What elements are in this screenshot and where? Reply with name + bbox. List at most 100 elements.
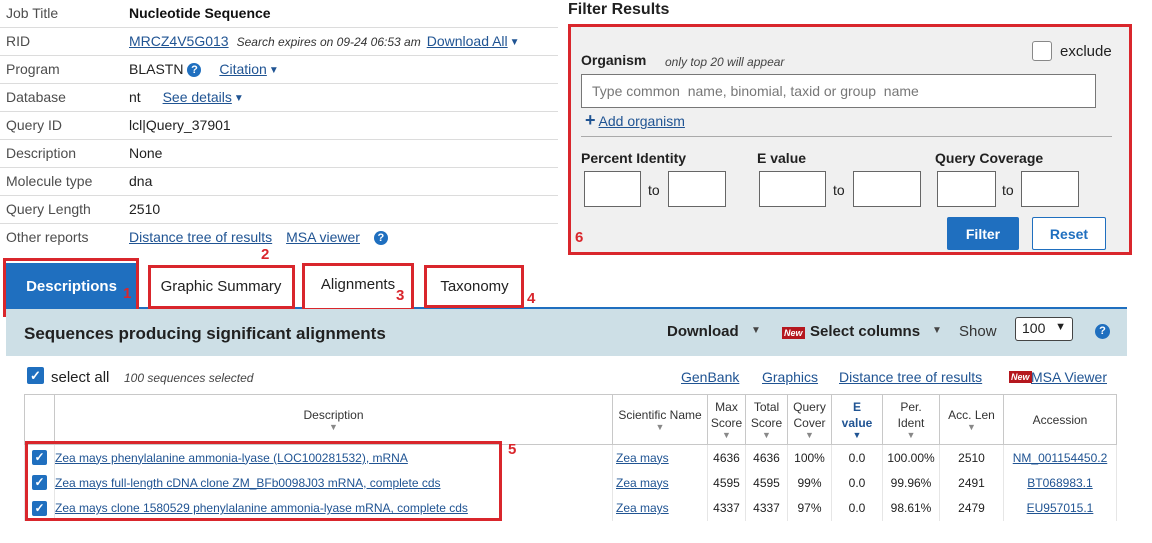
sort-arrow-icon[interactable]: ▼ xyxy=(710,431,743,440)
other-reports-row: Other reports Distance tree of results M… xyxy=(0,224,558,252)
column-query-cover-label: Query xyxy=(793,400,826,414)
sort-arrow-icon[interactable]: ▼ xyxy=(57,423,610,432)
rid-value-wrap: MRCZ4V5G013 Search expires on 09-24 06:53… xyxy=(129,33,520,49)
row-checkbox[interactable]: ✓ xyxy=(32,475,47,491)
row-description-cell: Zea mays clone 1580529 phenylalanine amm… xyxy=(54,495,613,521)
database-row: Database nt See details ▼ xyxy=(0,84,558,112)
row-total-score: 4636 xyxy=(745,444,788,470)
row-scientific-name-cell: Zea mays xyxy=(612,470,708,496)
tab-graphic-summary[interactable]: Graphic Summary xyxy=(151,268,291,306)
selected-count: 100 sequences selected xyxy=(124,371,254,385)
description-label: Description xyxy=(6,145,77,161)
query-coverage-to-input[interactable] xyxy=(1021,171,1079,207)
row-description-link[interactable]: Zea mays clone 1580529 phenylalanine amm… xyxy=(55,501,468,515)
row-accession-link[interactable]: BT068983.1 xyxy=(1027,476,1092,490)
row-scientific-name-link[interactable]: Zea mays xyxy=(616,451,669,465)
column-accession-label: Accession xyxy=(1032,412,1088,427)
row-checkbox-cell: ✓ xyxy=(24,444,55,470)
row-accession-link[interactable]: EU957015.1 xyxy=(1027,501,1094,515)
select-columns-menu[interactable]: Select columns xyxy=(810,323,920,340)
chevron-down-icon[interactable]: ▼ xyxy=(234,93,244,104)
annotation-marker-3: 3 xyxy=(396,287,405,304)
row-checkbox[interactable]: ✓ xyxy=(32,500,47,516)
percent-identity-to-input[interactable] xyxy=(668,171,726,207)
exclude-checkbox[interactable] xyxy=(1032,41,1052,61)
row-scientific-name-link[interactable]: Zea mays xyxy=(616,501,669,515)
row-accession-link[interactable]: NM_001154450.2 xyxy=(1013,451,1108,465)
row-description-link[interactable]: Zea mays full-length cDNA clone ZM_BFb00… xyxy=(55,476,441,490)
help-icon[interactable]: ? xyxy=(1095,324,1110,339)
filter-button[interactable]: Filter xyxy=(947,217,1019,250)
row-description-cell: Zea mays phenylalanine ammonia-lyase (LO… xyxy=(54,444,613,470)
add-organism-wrap[interactable]: + Add organism xyxy=(585,110,685,131)
column-max-score[interactable]: Max Score ▼ xyxy=(707,394,746,445)
msa-viewer-link[interactable]: MSA viewer xyxy=(286,229,360,245)
tab-taxonomy[interactable]: Taxonomy xyxy=(427,268,522,306)
select-all-checkbox[interactable]: ✓ xyxy=(27,367,44,384)
sort-arrow-icon[interactable]: ▼ xyxy=(885,431,937,440)
column-description-label: Description xyxy=(303,408,364,422)
reset-button[interactable]: Reset xyxy=(1032,217,1106,250)
column-per-ident-label-2: Ident xyxy=(897,416,925,430)
row-scientific-name-link[interactable]: Zea mays xyxy=(616,476,669,490)
help-icon[interactable]: ? xyxy=(187,63,202,78)
new-badge: New xyxy=(1009,371,1032,383)
msa-viewer-results-link[interactable]: MSA Viewer xyxy=(1031,369,1107,385)
help-icon[interactable]: ? xyxy=(373,231,388,246)
row-checkbox[interactable]: ✓ xyxy=(32,450,47,465)
percent-identity-from-input[interactable] xyxy=(584,171,641,207)
row-evalue: 0.0 xyxy=(831,444,883,470)
download-menu[interactable]: Download xyxy=(667,323,739,340)
sort-arrow-icon[interactable]: ▼ xyxy=(615,423,705,432)
tab-descriptions[interactable]: Descriptions xyxy=(6,263,137,309)
select-all-label: select all xyxy=(51,369,110,386)
plus-icon[interactable]: + xyxy=(585,110,596,130)
chevron-down-icon[interactable]: ▼ xyxy=(932,325,942,336)
distance-tree-link[interactable]: Distance tree of results xyxy=(129,229,272,245)
download-all-link[interactable]: Download All xyxy=(427,33,508,49)
sort-arrow-icon[interactable]: ▼ xyxy=(942,423,1001,432)
graphics-link[interactable]: Graphics xyxy=(762,369,818,385)
distance-tree-results-link[interactable]: Distance tree of results xyxy=(839,369,982,385)
row-description-link[interactable]: Zea mays phenylalanine ammonia-lyase (LO… xyxy=(55,451,408,465)
column-scientific-name[interactable]: Scientific Name ▼ xyxy=(612,394,708,445)
program-value: BLASTN xyxy=(129,61,184,77)
program-label: Program xyxy=(6,61,60,77)
add-organism-link[interactable]: Add organism xyxy=(599,113,685,129)
evalue-from-input[interactable] xyxy=(759,171,826,207)
to-label: to xyxy=(648,182,660,198)
column-evalue[interactable]: Evalue ▼ xyxy=(831,394,883,445)
sort-arrow-icon[interactable]: ▼ xyxy=(748,431,785,440)
molecule-type-value: dna xyxy=(129,173,153,189)
evalue-to-input[interactable] xyxy=(853,171,921,207)
show-count-select[interactable]: 100 ▼ xyxy=(1015,317,1073,341)
filter-results-title: Filter Results xyxy=(568,1,670,18)
row-per-ident: 99.96% xyxy=(882,470,940,496)
see-details-link[interactable]: See details xyxy=(163,89,232,105)
column-description[interactable]: Description ▼ xyxy=(54,394,613,445)
sort-arrow-icon[interactable]: ▼ xyxy=(834,431,880,440)
query-length-row: Query Length 2510 xyxy=(0,196,558,224)
sort-arrow-icon[interactable]: ▼ xyxy=(790,431,829,440)
database-value: nt xyxy=(129,89,141,105)
results-header: Sequences producing significant alignmen… xyxy=(6,309,1127,356)
chevron-down-icon[interactable]: ▼ xyxy=(510,37,520,48)
column-per-ident[interactable]: Per. Ident ▼ xyxy=(882,394,940,445)
filter-divider xyxy=(581,136,1112,137)
column-acc-len[interactable]: Acc. Len ▼ xyxy=(939,394,1004,445)
chevron-down-icon: ▼ xyxy=(1055,321,1066,333)
column-acc-len-label: Acc. Len xyxy=(948,408,995,422)
show-label: Show xyxy=(959,323,997,340)
organism-input[interactable] xyxy=(581,74,1096,108)
genbank-link[interactable]: GenBank xyxy=(681,369,739,385)
column-query-cover[interactable]: Query Cover ▼ xyxy=(787,394,832,445)
citation-link[interactable]: Citation xyxy=(219,61,266,77)
chevron-down-icon[interactable]: ▼ xyxy=(269,65,279,76)
column-accession[interactable]: Accession xyxy=(1003,394,1117,445)
chevron-down-icon[interactable]: ▼ xyxy=(751,325,761,336)
rid-link[interactable]: MRCZ4V5G013 xyxy=(129,33,229,49)
job-title-value: Nucleotide Sequence xyxy=(129,5,271,21)
query-coverage-from-input[interactable] xyxy=(937,171,996,207)
column-total-score[interactable]: Total Score ▼ xyxy=(745,394,788,445)
results-table: Description ▼ Scientific Name ▼ Max Score ▼ … xyxy=(24,394,1117,521)
